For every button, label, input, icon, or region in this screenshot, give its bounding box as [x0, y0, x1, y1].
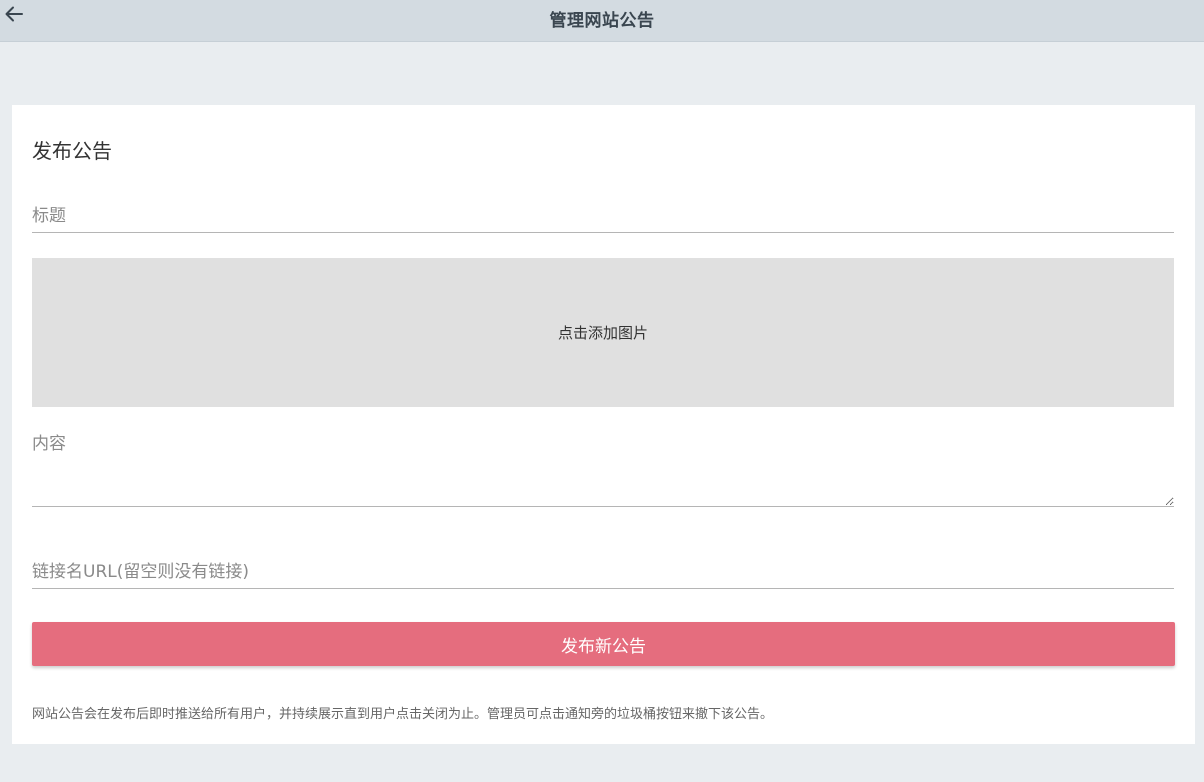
announcement-form-card: 发布公告 点击添加图片 发布新公告 网站公告会在发布后即时推送给所有用户，并持续… [12, 105, 1195, 744]
link-url-input[interactable] [32, 555, 1174, 589]
publish-button[interactable]: 发布新公告 [32, 622, 1175, 666]
image-upload-label: 点击添加图片 [557, 324, 648, 342]
announcement-notice-text: 网站公告会在发布后即时推送给所有用户，并持续展示直到用户点击关闭为止。管理员可点… [32, 707, 774, 722]
title-input[interactable] [32, 200, 1174, 233]
form-heading: 发布公告 [32, 139, 112, 163]
content-textarea[interactable] [32, 432, 1174, 507]
page-title: 管理网站公告 [549, 11, 655, 31]
image-upload-area[interactable]: 点击添加图片 [32, 258, 1174, 407]
top-app-bar: 管理网站公告 [0, 0, 1204, 42]
